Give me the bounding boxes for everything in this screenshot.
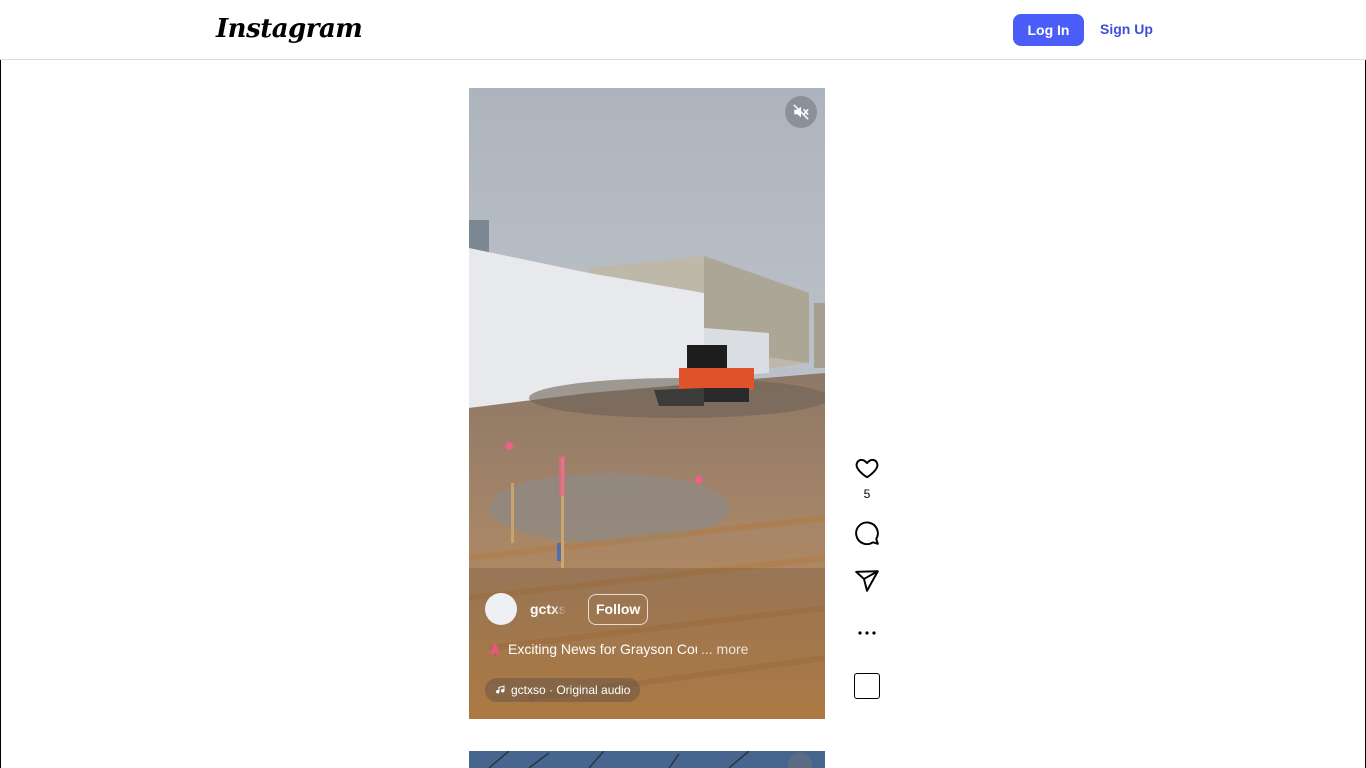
speaker-muted-icon	[793, 104, 809, 120]
username-link[interactable]: gctxso	[530, 601, 566, 617]
avatar[interactable]	[485, 593, 517, 625]
sign-up-link[interactable]: Sign Up	[1100, 21, 1153, 37]
share-button[interactable]	[852, 568, 882, 594]
log-in-button[interactable]: Log In	[1013, 14, 1084, 46]
caption-text: Exciting News for Grayson County!	[508, 641, 697, 657]
next-reel-video[interactable]	[469, 751, 825, 768]
like-count: 5	[863, 487, 871, 501]
comment-button[interactable]	[852, 520, 882, 546]
follow-button[interactable]: Follow	[588, 593, 649, 625]
more-horizontal-icon	[858, 631, 876, 635]
audio-thumbnail-icon[interactable]	[854, 673, 880, 699]
like-button[interactable]	[852, 455, 882, 481]
reel-caption: Exciting News for Grayson County! ... mo…	[488, 641, 748, 657]
instagram-logo[interactable]: Instagram	[216, 14, 363, 44]
reel-author: gctxso Follow	[485, 593, 649, 625]
audio-label: gctxso · Original audio	[511, 683, 631, 697]
comment-icon	[855, 521, 879, 546]
heart-icon	[855, 458, 879, 479]
next-reel-scene	[469, 751, 825, 768]
caption-more-link[interactable]: ... more	[701, 641, 748, 657]
send-icon	[855, 570, 879, 592]
mute-toggle-button[interactable]	[785, 96, 817, 128]
reel-video[interactable]: gctxso Follow Exciting News for Grayson …	[469, 88, 825, 719]
music-note-icon	[496, 685, 505, 694]
christmas-tree-icon	[489, 642, 501, 656]
top-navigation-bar: Instagram Log In Sign Up	[0, 0, 1366, 60]
original-audio-link[interactable]: gctxso · Original audio	[485, 678, 641, 702]
more-options-button[interactable]	[852, 621, 882, 645]
